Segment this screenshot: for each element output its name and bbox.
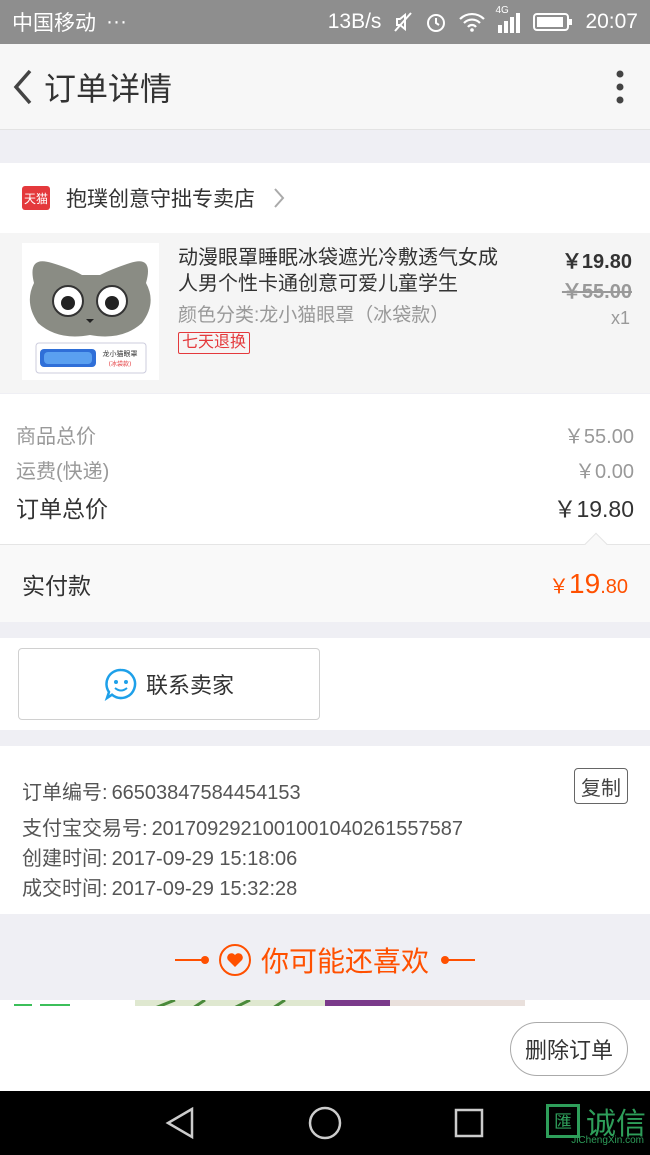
status-bar: 中国移动 ··· 13B/s 4G 20:07: [0, 0, 650, 44]
page-title: 订单详情: [44, 70, 173, 107]
watermark-sub: JiChengXin.com: [571, 1135, 644, 1146]
nav-bar: 订单详情: [0, 44, 650, 130]
amount-paid-label: 实付款: [22, 572, 91, 599]
shipping-value: ￥0.00: [575, 461, 634, 483]
completed-time-label: 成交时间:: [22, 878, 108, 900]
signal-icon: 4G: [495, 5, 521, 33]
network-type: 4G: [495, 5, 509, 16]
mute-icon: [393, 11, 413, 33]
divider-right: [441, 956, 475, 964]
alipay-trade-row: 支付宝交易号: 2017092921001001040261557587: [22, 812, 463, 841]
divider-left: [174, 956, 209, 964]
heart-icon: [218, 944, 251, 976]
recommend-title: 你可能还喜欢: [260, 946, 429, 977]
completed-time: 2017-09-29 15:32:28: [111, 878, 298, 900]
amount-paid-row: 实付款 ￥19.80: [0, 532, 650, 622]
product-price: ￥19.80: [561, 251, 632, 273]
chat-bubble-icon: [104, 668, 137, 701]
watermark-char: 匯: [546, 1104, 580, 1138]
alipay-trade-number: 2017092921001001040261557587: [151, 818, 464, 840]
product-quantity: x1: [610, 308, 630, 328]
contact-seller-label: 联系卖家: [145, 673, 234, 698]
more-vertical-icon: [616, 70, 624, 103]
order-number-row: 订单编号: 66503847584454153: [22, 776, 301, 805]
order-info: 订单编号: 66503847584454153 复制 支付宝交易号: 2017092…: [0, 746, 650, 914]
chevron-left-icon: [13, 69, 32, 104]
copy-button[interactable]: 复制: [574, 768, 628, 804]
shop-name: 抱璞创意守拙专卖店: [66, 188, 255, 211]
amount-paid-value: ￥19.80: [549, 568, 628, 600]
clock: 20:07: [585, 10, 638, 33]
amount-integer: 19: [569, 567, 601, 599]
chevron-right-icon: [273, 187, 285, 209]
goods-total-row: 商品总价 ￥55.00: [16, 420, 634, 449]
image-caption-1: 龙小猫眼罩: [103, 349, 138, 358]
contact-seller-button[interactable]: 联系卖家: [18, 648, 320, 720]
order-total-row: 订单总价 ￥19.80: [16, 490, 634, 524]
product-original-price: ￥55.00: [561, 281, 632, 303]
order-number-label: 订单编号:: [22, 782, 108, 804]
image-caption-2: (冰袋款): [109, 360, 132, 368]
shipping-row: 运费(快递) ￥0.00: [16, 455, 634, 484]
goods-total-label: 商品总价: [16, 426, 96, 448]
product-image[interactable]: 龙小猫眼罩 (冰袋款): [22, 243, 159, 380]
shop-row[interactable]: 天猫 抱璞创意守拙专卖店: [0, 163, 650, 233]
product-sku: 颜色分类:龙小猫眼罩（冰袋款）: [178, 305, 450, 326]
back-button[interactable]: [4, 44, 42, 130]
wifi-icon: [459, 12, 486, 32]
product-title: 动漫眼罩睡眠冰袋遮光冷敷透气女成人男个性卡通创意可爱儿童学生: [178, 247, 498, 295]
product-item[interactable]: 龙小猫眼罩 (冰袋款) 动漫眼罩睡眠冰袋遮光冷敷透气女成人男个性卡通创意可爱儿童…: [0, 233, 650, 393]
created-time: 2017-09-29 15:18:06: [111, 848, 298, 870]
nav-recents-key[interactable]: [439, 1091, 499, 1155]
recommend-header: 你可能还喜欢: [0, 914, 650, 1006]
price-summary: 商品总价 ￥55.00 运费(快递) ￥0.00 订单总价 ￥19.80: [0, 394, 650, 544]
more-button[interactable]: [590, 44, 650, 130]
triangle-back-icon: [165, 1106, 194, 1140]
goods-total-value: ￥55.00: [563, 426, 634, 448]
alarm-icon: [425, 11, 447, 33]
nav-home-key[interactable]: [295, 1091, 355, 1155]
carrier-label: 中国移动: [12, 12, 96, 35]
created-time-label: 创建时间:: [22, 848, 108, 870]
order-number: 66503847584454153: [111, 782, 301, 804]
square-recents-icon: [454, 1108, 484, 1138]
currency-symbol: ￥: [549, 575, 570, 598]
bottom-action-bar: 删除订单: [0, 1006, 650, 1091]
network-speed: 13B/s: [327, 10, 382, 33]
status-dots: ···: [106, 10, 127, 33]
alipay-trade-label: 支付宝交易号:: [22, 818, 148, 840]
delete-order-button[interactable]: 删除订单: [510, 1022, 628, 1076]
battery-icon: [533, 12, 573, 32]
contact-section: 联系卖家: [0, 638, 650, 730]
nav-back-key[interactable]: [150, 1091, 210, 1155]
circle-home-icon: [308, 1106, 342, 1140]
amount-decimal: .80: [600, 575, 628, 598]
order-total-label: 订单总价: [16, 496, 108, 522]
system-nav-bar: 匯 诚信 JiChengXin.com: [0, 1091, 650, 1155]
return-policy-tag: 七天退换: [178, 332, 251, 354]
tmall-badge: 天猫: [22, 186, 50, 210]
completed-time-row: 成交时间: 2017-09-29 15:32:28: [22, 872, 297, 901]
created-time-row: 创建时间: 2017-09-29 15:18:06: [22, 842, 297, 871]
shipping-label: 运费(快递): [16, 461, 110, 483]
order-total-value: ￥19.80: [553, 496, 634, 522]
